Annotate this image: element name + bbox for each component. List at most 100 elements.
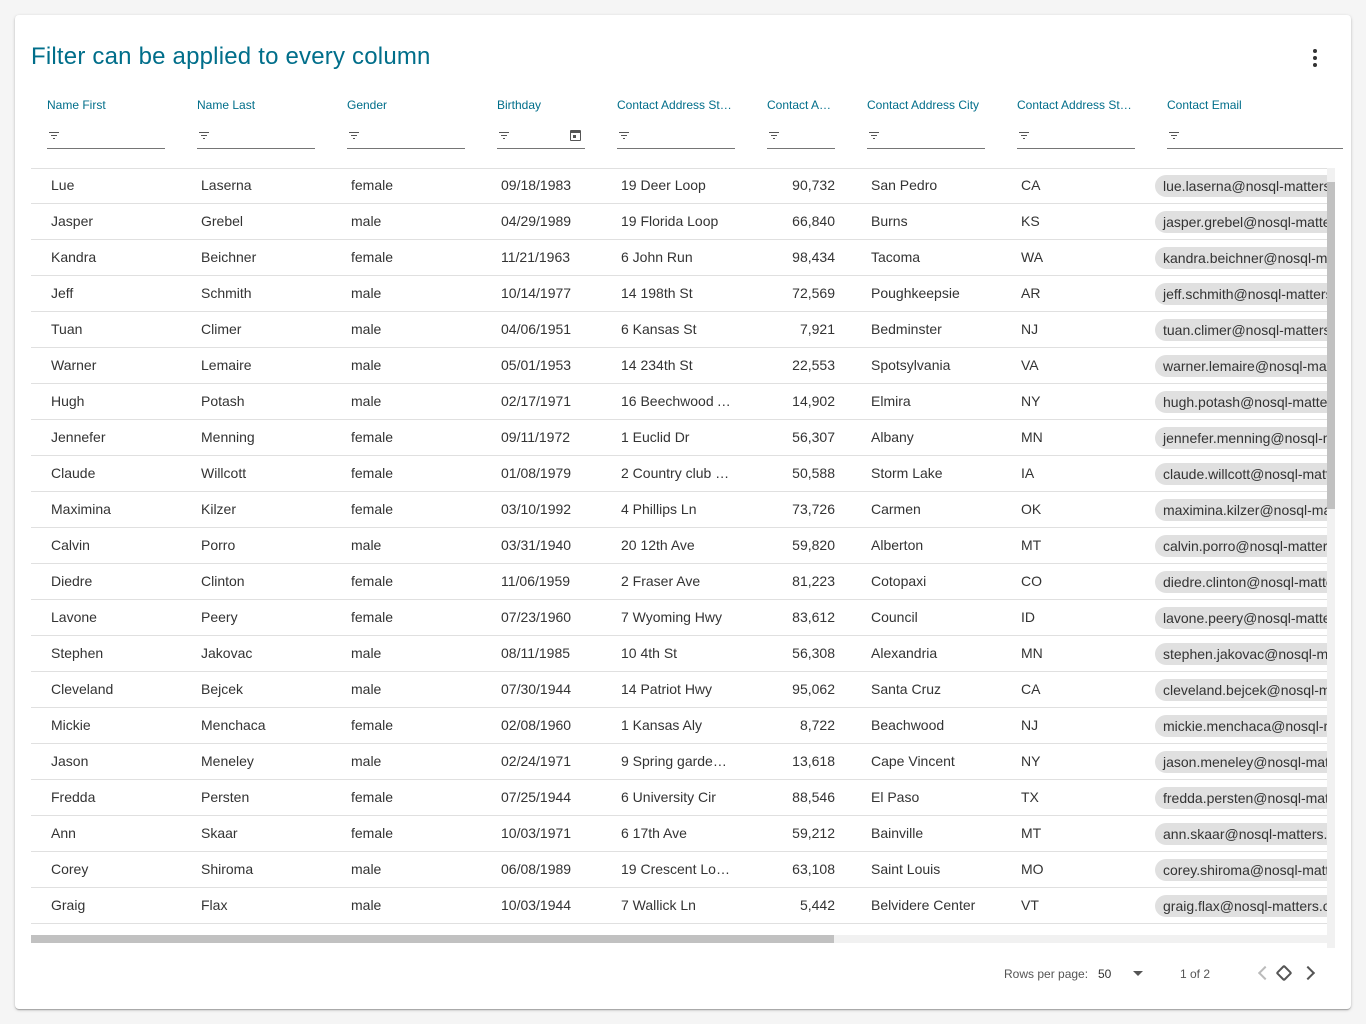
table-row[interactable]: Cleveland Bejcek male 07/30/1944 14 Patriot …: [31, 672, 1327, 708]
cell-contact-address-city: Cotopaxi: [871, 573, 927, 589]
table-row[interactable]: Maximina Kilzer female 03/10/1992 4 Phillips…: [31, 492, 1327, 528]
column-header-label[interactable]: Gender: [347, 98, 387, 112]
column-header-label[interactable]: Contact Email: [1167, 98, 1242, 112]
table-row[interactable]: Warner Lemaire male 05/01/1953 14 234th St 22…: [31, 348, 1327, 384]
cell-name-first: Tuan: [51, 321, 83, 337]
table-row[interactable]: Mickie Menchaca female 02/08/1960 1 Kansas A…: [31, 708, 1327, 744]
email-chip[interactable]: warner.lemaire@nosql-matters.org: [1155, 355, 1327, 377]
filter-icon: [769, 132, 779, 141]
cell-birthday: 07/30/1944: [501, 681, 572, 697]
horizontal-scrollbar[interactable]: [31, 935, 1327, 943]
table-row[interactable]: Lue Laserna female 09/18/1983 19 Deer Loop 90…: [31, 168, 1327, 204]
cell-contact-address-city: El Paso: [871, 789, 920, 805]
table-row[interactable]: Jeff Schmith male 10/14/1977 14 198th St 72,5…: [31, 276, 1327, 312]
table-row[interactable]: Jennefer Menning female 09/11/1972 1 Euclid …: [31, 420, 1327, 456]
column-filter-input[interactable]: [47, 123, 165, 149]
next-page-icon[interactable]: [1300, 965, 1316, 981]
email-chip[interactable]: stephen.jakovac@nosql-matters.org: [1155, 643, 1327, 665]
email-chip[interactable]: ann.skaar@nosql-matters.org: [1155, 823, 1327, 845]
table-row[interactable]: Fredda Persten female 07/25/1944 6 Universit…: [31, 780, 1327, 816]
cell-gender: male: [351, 753, 382, 769]
email-chip[interactable]: maximina.kilzer@nosql-matters.org: [1155, 499, 1327, 521]
email-chip[interactable]: diedre.clinton@nosql-matters.org: [1155, 571, 1327, 593]
table-row[interactable]: Ann Skaar female 10/03/1971 6 17th Ave 59,212…: [31, 816, 1327, 852]
column-filter-input[interactable]: [617, 123, 735, 149]
column-header-contact-email: Contact Email: [1151, 95, 1343, 169]
cell-contact-address-street: 10 4th St: [621, 645, 678, 661]
cell-contact-address-state: CO: [1021, 573, 1042, 589]
table-row[interactable]: Jason Meneley male 02/24/1971 9 Spring garde…: [31, 744, 1327, 780]
cell-contact-address-zip: 90,732: [792, 177, 835, 193]
horizontal-scrollbar-thumb[interactable]: [31, 935, 834, 943]
column-header-label[interactable]: Birthday: [497, 98, 541, 112]
column-header-label[interactable]: Contact Address Street: [617, 98, 735, 112]
table-row[interactable]: Jasper Grebel male 04/29/1989 19 Florida Loo…: [31, 204, 1327, 240]
email-chip[interactable]: hugh.potash@nosql-matters.org: [1155, 391, 1327, 413]
table-row[interactable]: Calvin Porro male 03/31/1940 20 12th Ave 59,8…: [31, 528, 1327, 564]
column-header-label[interactable]: Name Last: [197, 98, 255, 112]
cell-contact-address-street: 2 Fraser Ave: [621, 573, 701, 589]
calendar-icon[interactable]: [570, 130, 581, 141]
email-chip[interactable]: jason.meneley@nosql-matters.org: [1155, 751, 1327, 773]
column-filter-input[interactable]: [767, 123, 835, 149]
email-chip[interactable]: graig.flax@nosql-matters.org: [1155, 895, 1327, 917]
table-row[interactable]: Hugh Potash male 02/17/1971 16 Beechwood Ave…: [31, 384, 1327, 420]
column-filter-input[interactable]: [347, 123, 465, 149]
cell-birthday: 06/08/1989: [501, 861, 572, 877]
previous-page-icon[interactable]: [1257, 965, 1273, 981]
email-chip[interactable]: kandra.beichner@nosql-matters.org: [1155, 247, 1327, 269]
chevron-down-icon[interactable]: [1133, 971, 1143, 976]
cell-contact-address-zip: 59,212: [792, 825, 835, 841]
email-chip[interactable]: jeff.schmith@nosql-matters.org: [1155, 283, 1327, 305]
column-header-label[interactable]: Contact Address State: [1017, 98, 1135, 112]
cell-name-last: Jakovac: [201, 645, 253, 661]
column-filter-input[interactable]: [497, 123, 585, 149]
table-row[interactable]: Tuan Climer male 04/06/1951 6 Kansas St 7,921…: [31, 312, 1327, 348]
cell-gender: female: [351, 825, 394, 841]
cell-contact-email: jason.meneley@nosql-matters.org: [1155, 744, 1327, 779]
table-row[interactable]: Stephen Jakovac male 08/11/1985 10 4th St 56,…: [31, 636, 1327, 672]
email-chip[interactable]: claude.willcott@nosql-matters.org: [1155, 463, 1327, 485]
email-chip[interactable]: corey.shiroma@nosql-matters.org: [1155, 859, 1327, 881]
column-filter-input[interactable]: [197, 123, 315, 149]
email-chip[interactable]: lavone.peery@nosql-matters.org: [1155, 607, 1327, 629]
more-vert-icon[interactable]: [1303, 49, 1327, 69]
cell-name-last: Menchaca: [201, 717, 266, 733]
cell-contact-address-zip: 56,307: [792, 429, 835, 445]
email-chip[interactable]: mickie.menchaca@nosql-matters.org: [1155, 715, 1327, 737]
email-chip[interactable]: calvin.porro@nosql-matters.org: [1155, 535, 1327, 557]
email-chip[interactable]: tuan.climer@nosql-matters.org: [1155, 319, 1327, 341]
email-chip[interactable]: cleveland.bejcek@nosql-matters.org: [1155, 679, 1327, 701]
email-chip[interactable]: jasper.grebel@nosql-matters.org: [1155, 211, 1327, 233]
cell-name-first: Maximina: [51, 501, 111, 517]
cell-contact-address-street: 14 198th St: [621, 285, 693, 301]
cell-name-first: Jeff: [51, 285, 74, 301]
table-row[interactable]: Kandra Beichner female 11/21/1963 6 John Run…: [31, 240, 1327, 276]
email-chip[interactable]: lue.laserna@nosql-matters.org: [1155, 175, 1327, 197]
vertical-scrollbar[interactable]: [1327, 168, 1335, 948]
column-header-label[interactable]: Name First: [47, 98, 106, 112]
table-row[interactable]: Lavone Peery female 07/23/1960 7 Wyoming Hwy…: [31, 600, 1327, 636]
table-row[interactable]: Graig Flax male 10/03/1944 7 Wallick Ln 5,442…: [31, 888, 1327, 924]
column-header-label[interactable]: Contact Address Zip: [767, 98, 835, 112]
rows-per-page-select[interactable]: 50: [1098, 967, 1111, 981]
column-filter-input[interactable]: [1167, 123, 1343, 149]
cell-name-first: Ann: [51, 825, 76, 841]
cell-contact-address-city: Albany: [871, 429, 914, 445]
cell-contact-address-city: Elmira: [871, 393, 911, 409]
email-chip[interactable]: fredda.persten@nosql-matters.org: [1155, 787, 1327, 809]
first-page-icon[interactable]: [1275, 964, 1293, 982]
cell-gender: female: [351, 429, 394, 445]
cell-contact-address-zip: 22,553: [792, 357, 835, 373]
table-row[interactable]: Diedre Clinton female 11/06/1959 2 Fraser Av…: [31, 564, 1327, 600]
table-row[interactable]: Corey Shiroma male 06/08/1989 19 Crescent Lo…: [31, 852, 1327, 888]
table-row[interactable]: Claude Willcott female 01/08/1979 2 Country …: [31, 456, 1327, 492]
cell-contact-address-street: 6 John Run: [621, 249, 693, 265]
column-filter-input[interactable]: [867, 123, 985, 149]
vertical-scrollbar-thumb[interactable]: [1327, 182, 1335, 509]
column-filter-input[interactable]: [1017, 123, 1135, 149]
email-chip[interactable]: jennefer.menning@nosql-matters.org: [1155, 427, 1327, 449]
column-header-label[interactable]: Contact Address City: [867, 98, 979, 112]
cell-contact-address-state: NJ: [1021, 717, 1039, 733]
cell-birthday: 02/08/1960: [501, 717, 572, 733]
